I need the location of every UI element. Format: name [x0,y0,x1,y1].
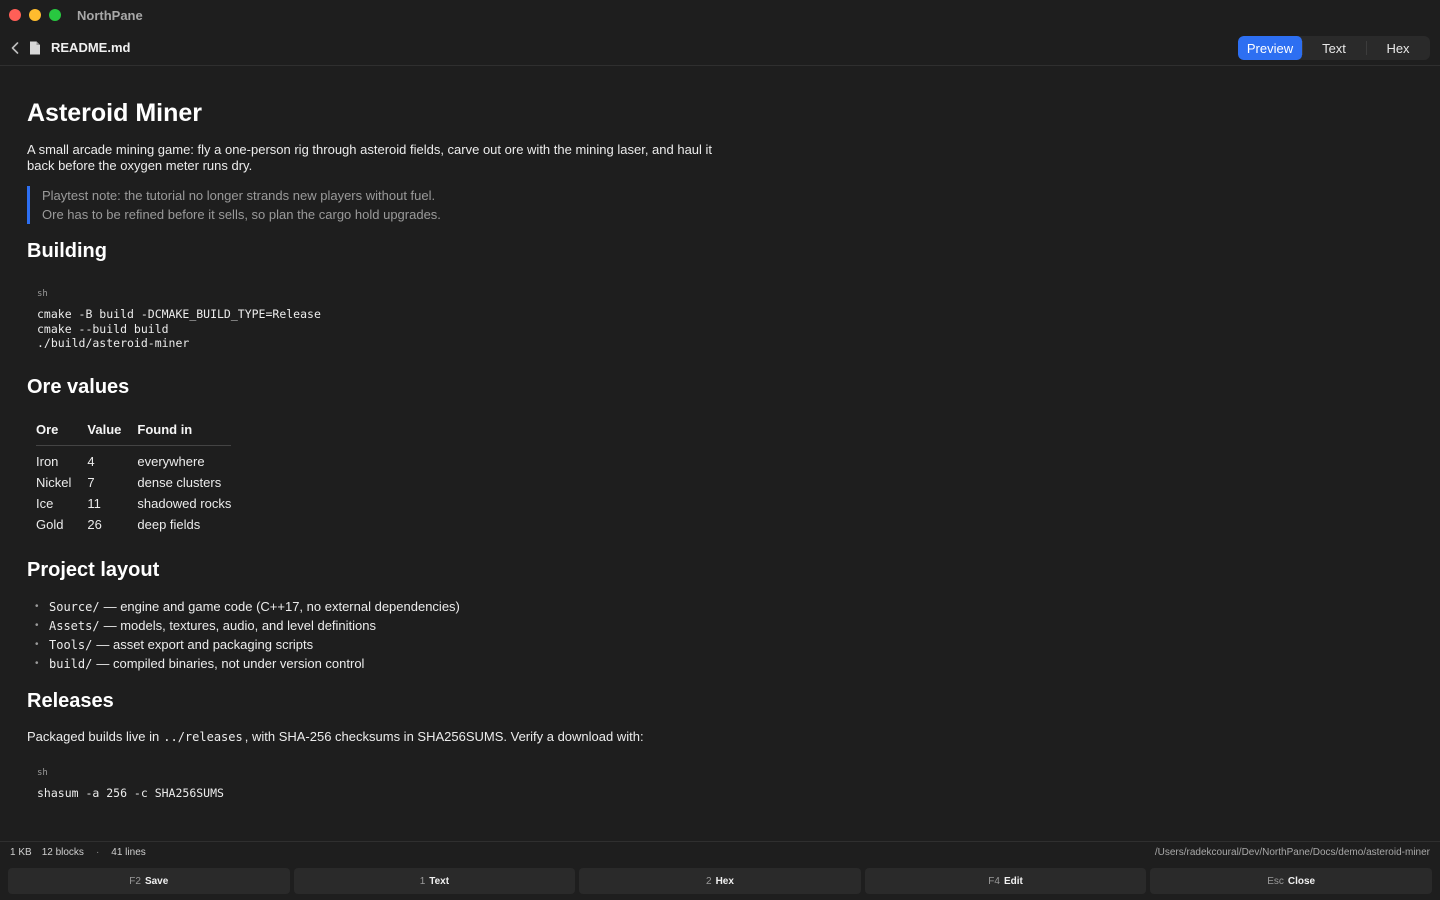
list-item-text: — compiled binaries, not under version c… [96,656,365,671]
file-path: /Users/radekcoural/Dev/NorthPane/Docs/de… [1154,846,1430,858]
file-size: 1 KB [10,846,32,858]
inline-code: build/ [49,656,93,671]
list-item: • Tools/ — asset export and packaging sc… [35,635,460,654]
code-language-label: sh [37,289,48,299]
bullet-icon: • [35,601,39,612]
blockquote: Playtest note: the tutorial no longer st… [27,186,441,224]
title-bar: NorthPane [0,0,1440,30]
inline-code: ../releases [163,730,243,744]
table-row: Nickel 7 dense clusters [36,472,231,493]
key-hint: F2 [129,875,141,887]
line-count: 41 lines [111,846,146,858]
table-cell: Nickel [36,475,72,490]
table-cell: 4 [87,454,95,470]
code-block-releases: sh shasum -a 256 -c SHA256SUMS [37,768,224,801]
key-hint: Esc [1267,875,1284,887]
table-cell: everywhere [137,454,205,470]
app-window: NorthPane README.md Preview Text Hex Ast… [0,0,1440,900]
chevron-left-icon [11,41,19,54]
list-item: • Source/ — engine and game code (C++17,… [35,597,460,616]
ore-values-table: Ore Value Found in Iron 4 everywhere Nic… [36,421,232,535]
markdown-preview[interactable]: Asteroid Miner A small arcade mining gam… [27,66,1417,841]
table-cell: 11 [87,496,101,511]
key-hint: 2 [706,875,712,887]
bullet-icon: • [35,658,39,669]
project-layout-list: • Source/ — engine and game code (C++17,… [35,597,460,673]
hex-view-button[interactable]: 2 Hex [579,868,861,894]
close-button[interactable]: Esc Close [1150,868,1432,894]
releases-text-after: , with SHA-256 checksums in SHA256SUMS. … [244,729,644,744]
heading-releases: Releases [27,690,114,712]
list-item-text: — engine and game code (C++17, no extern… [103,599,460,614]
table-header: Found in [137,421,232,446]
table-cell: Ice [36,496,54,511]
table-cell: shadowed rocks [137,496,232,511]
button-label: Text [429,875,450,887]
function-key-bar: F2 Save 1 Text 2 Hex F4 Edit Esc Close [0,862,1440,900]
list-item: • build/ — compiled binaries, not under … [35,654,460,673]
table-row: Iron 4 everywhere [36,445,231,472]
bullet-icon: • [35,639,39,650]
text-view-button[interactable]: 1 Text [293,868,576,894]
releases-paragraph: Packaged builds live in ../releases, with… [27,729,644,744]
quote-line: Ore has to be refined before it sells, s… [42,207,441,222]
toolbar: README.md Preview Text Hex [0,30,1440,66]
back-button[interactable] [8,38,22,58]
key-hint: 1 [419,875,426,887]
code-line: ./build/asteroid-miner [37,336,190,350]
edit-button[interactable]: F4 Edit [864,868,1147,894]
button-label: Edit [1003,875,1023,887]
app-title: NorthPane [77,7,143,23]
table-row: Gold 26 deep fields [36,514,231,535]
button-label: Hex [715,875,734,887]
heading-project-layout: Project layout [27,559,160,581]
table-cell: 7 [87,475,95,490]
code-line: shasum -a 256 -c SHA256SUMS [37,786,224,800]
bullet-icon: • [35,620,39,631]
heading-ore-values: Ore values [27,376,130,398]
status-separator: · [95,846,100,858]
table-header: Ore [36,421,88,446]
table-cell: Iron [36,454,59,470]
text-tab[interactable]: Text [1302,36,1366,60]
quote-line: Playtest note: the tutorial no longer st… [42,188,436,203]
button-label: Close [1287,875,1316,887]
block-count: 12 blocks [41,846,84,858]
status-bar: 1 KB 12 blocks · 41 lines /Users/radekco… [0,841,1440,862]
table-cell: Gold [36,517,64,532]
list-item: • Assets/ — models, textures, audio, and… [35,616,460,635]
table-cell: dense clusters [137,475,222,490]
releases-text-before: Packaged builds live in [27,729,160,744]
list-item-text: — asset export and packaging scripts [96,637,314,652]
key-hint: F4 [988,875,1000,887]
list-item-text: — models, textures, audio, and level def… [103,618,377,633]
table-cell: deep fields [137,517,201,532]
code-block-building: sh cmake -B build -DCMAKE_BUILD_TYPE=Rel… [37,289,321,351]
preview-tab[interactable]: Preview [1238,36,1302,60]
inline-code: Source/ [49,599,100,614]
close-window-button[interactable] [9,9,21,21]
save-button[interactable]: F2 Save [8,868,290,894]
heading-building: Building [27,240,107,262]
inline-code: Tools/ [49,637,93,652]
table-row: Ice 11 shadowed rocks [36,493,231,514]
document-title: Asteroid Miner [27,99,203,127]
file-name: README.md [51,40,131,55]
minimize-window-button[interactable] [29,9,41,21]
view-mode-switcher: Preview Text Hex [1238,36,1430,60]
table-header: Value [87,421,138,446]
code-line: cmake --build build [37,321,169,336]
code-line: cmake -B build -DCMAKE_BUILD_TYPE=Releas… [37,307,321,321]
hex-tab[interactable]: Hex [1366,36,1430,60]
inline-code: Assets/ [49,618,100,633]
table-header-row: Ore Value Found in [36,421,232,446]
window-controls [9,9,61,21]
button-label: Save [144,875,169,887]
code-language-label: sh [37,768,48,778]
table-cell: 26 [87,517,102,532]
document-icon [29,41,41,55]
maximize-window-button[interactable] [49,9,61,21]
intro-paragraph: A small arcade mining game: fly a one-pe… [27,142,713,173]
